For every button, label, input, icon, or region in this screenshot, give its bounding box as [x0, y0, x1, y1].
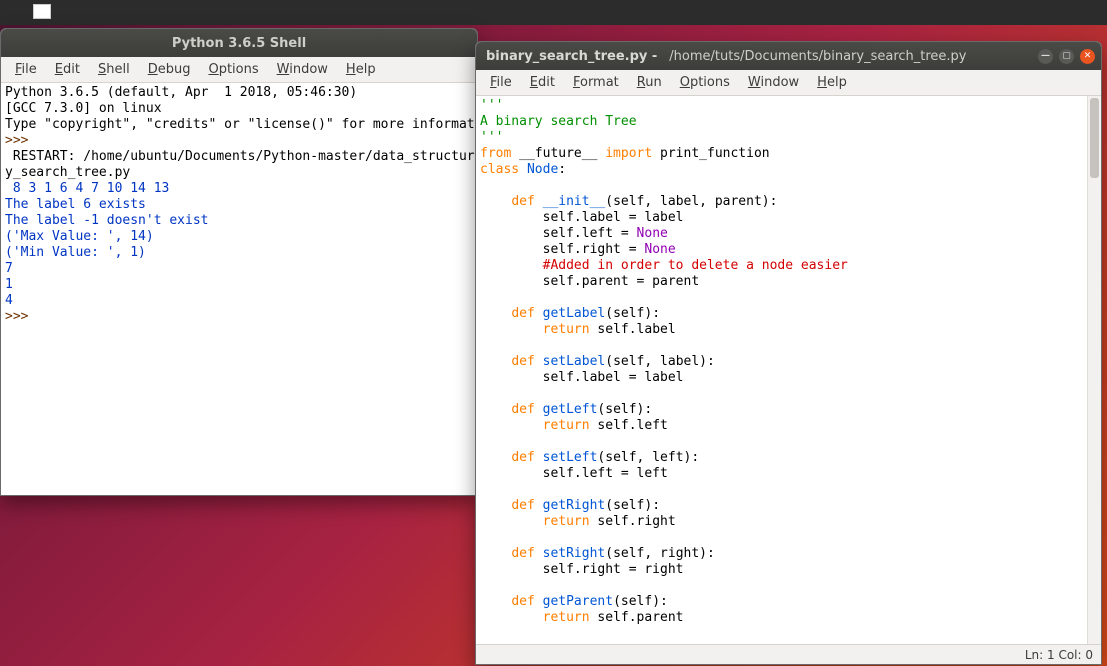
- shell-line: >>>: [5, 309, 473, 325]
- code-line: def setRight(self, right):: [480, 546, 1085, 562]
- shell-line: 7: [5, 261, 473, 277]
- code-line: [480, 530, 1085, 546]
- shell-line: Python 3.6.5 (default, Apr 1 2018, 05:46…: [5, 85, 473, 101]
- menu-options[interactable]: Options: [672, 73, 738, 92]
- shell-line: y_search_tree.py: [5, 165, 473, 181]
- code-line: def setLabel(self, label):: [480, 354, 1085, 370]
- code-line: [480, 290, 1085, 306]
- code-line: A binary search Tree: [480, 114, 1085, 130]
- minimize-button[interactable]: —: [1038, 49, 1053, 64]
- shell-line: The label -1 doesn't exist: [5, 213, 473, 229]
- code-line: from __future__ import print_function: [480, 146, 1085, 162]
- scrollbar-thumb[interactable]: [1090, 98, 1099, 178]
- code-line: self.parent = parent: [480, 274, 1085, 290]
- menu-options[interactable]: Options: [200, 60, 266, 79]
- code-line: def getLeft(self):: [480, 402, 1085, 418]
- scrollbar-vertical[interactable]: [1087, 96, 1101, 644]
- code-line: self.left = None: [480, 226, 1085, 242]
- code-line: def setLeft(self, left):: [480, 450, 1085, 466]
- code-line: def getParent(self):: [480, 594, 1085, 610]
- menu-format[interactable]: Format: [565, 73, 627, 92]
- menu-edit[interactable]: Edit: [522, 73, 563, 92]
- shell-line: ('Max Value: ', 14): [5, 229, 473, 245]
- shell-output[interactable]: Python 3.6.5 (default, Apr 1 2018, 05:46…: [1, 83, 477, 495]
- code-line: def getLabel(self):: [480, 306, 1085, 322]
- menu-window[interactable]: Window: [740, 73, 807, 92]
- code-line: [480, 482, 1085, 498]
- code-line: return self.left: [480, 418, 1085, 434]
- code-line: [480, 386, 1085, 402]
- code-line: def __init__(self, label, parent):: [480, 194, 1085, 210]
- code-line: self.label = label: [480, 370, 1085, 386]
- code-line: [480, 338, 1085, 354]
- code-line: def getRight(self):: [480, 498, 1085, 514]
- close-button[interactable]: ✕: [1080, 49, 1095, 64]
- shell-window: Python 3.6.5 Shell FileEditShellDebugOpt…: [0, 28, 478, 496]
- shell-menubar: FileEditShellDebugOptionsWindowHelp: [1, 57, 477, 83]
- code-line: #Added in order to delete a node easier: [480, 258, 1085, 274]
- editor-menubar: FileEditFormatRunOptionsWindowHelp: [476, 70, 1101, 96]
- code-line: ''': [480, 98, 1085, 114]
- shell-line: >>>: [5, 133, 473, 149]
- editor-statusbar: Ln: 1 Col: 0: [476, 644, 1101, 664]
- code-line: self.right = right: [480, 562, 1085, 578]
- cursor-position: Ln: 1 Col: 0: [1025, 648, 1093, 662]
- shell-line: Type "copyright", "credits" or "license(…: [5, 117, 473, 133]
- code-line: return self.label: [480, 322, 1085, 338]
- code-line: class Node:: [480, 162, 1085, 178]
- code-line: self.left = left: [480, 466, 1085, 482]
- maximize-button[interactable]: ▢: [1059, 49, 1074, 64]
- menu-file[interactable]: File: [482, 73, 520, 92]
- shell-line: ('Min Value: ', 1): [5, 245, 473, 261]
- menu-run[interactable]: Run: [629, 73, 670, 92]
- menu-help[interactable]: Help: [809, 73, 855, 92]
- code-line: ''': [480, 130, 1085, 146]
- code-line: [480, 434, 1085, 450]
- editor-subtitle: /home/tuts/Documents/binary_search_tree.…: [669, 49, 966, 64]
- shell-line: 1: [5, 277, 473, 293]
- shell-line: [GCC 7.3.0] on linux: [5, 101, 473, 117]
- menu-edit[interactable]: Edit: [47, 60, 88, 79]
- shell-line: The label 6 exists: [5, 197, 473, 213]
- shell-line: 8 3 1 6 4 7 10 14 13: [5, 181, 473, 197]
- editor-code[interactable]: '''A binary search Tree'''from __future_…: [476, 96, 1101, 644]
- desktop-topbar: [0, 0, 1107, 25]
- menu-window[interactable]: Window: [269, 60, 336, 79]
- code-line: self.label = label: [480, 210, 1085, 226]
- code-line: return self.right: [480, 514, 1085, 530]
- code-line: return self.parent: [480, 610, 1085, 626]
- shell-line: RESTART: /home/ubuntu/Documents/Python-m…: [5, 149, 473, 165]
- code-line: self.right = None: [480, 242, 1085, 258]
- code-line: [480, 178, 1085, 194]
- shell-title: Python 3.6.5 Shell: [1, 36, 477, 51]
- editor-window: binary_search_tree.py - /home/tuts/Docum…: [475, 41, 1102, 665]
- menu-debug[interactable]: Debug: [140, 60, 199, 79]
- menu-shell[interactable]: Shell: [90, 60, 138, 79]
- shell-line: 4: [5, 293, 473, 309]
- code-line: [480, 578, 1085, 594]
- desktop-file-icon: [33, 4, 51, 19]
- editor-title: binary_search_tree.py -: [486, 49, 657, 64]
- editor-titlebar[interactable]: binary_search_tree.py - /home/tuts/Docum…: [476, 42, 1101, 70]
- menu-file[interactable]: File: [7, 60, 45, 79]
- shell-titlebar[interactable]: Python 3.6.5 Shell: [1, 29, 477, 57]
- menu-help[interactable]: Help: [338, 60, 384, 79]
